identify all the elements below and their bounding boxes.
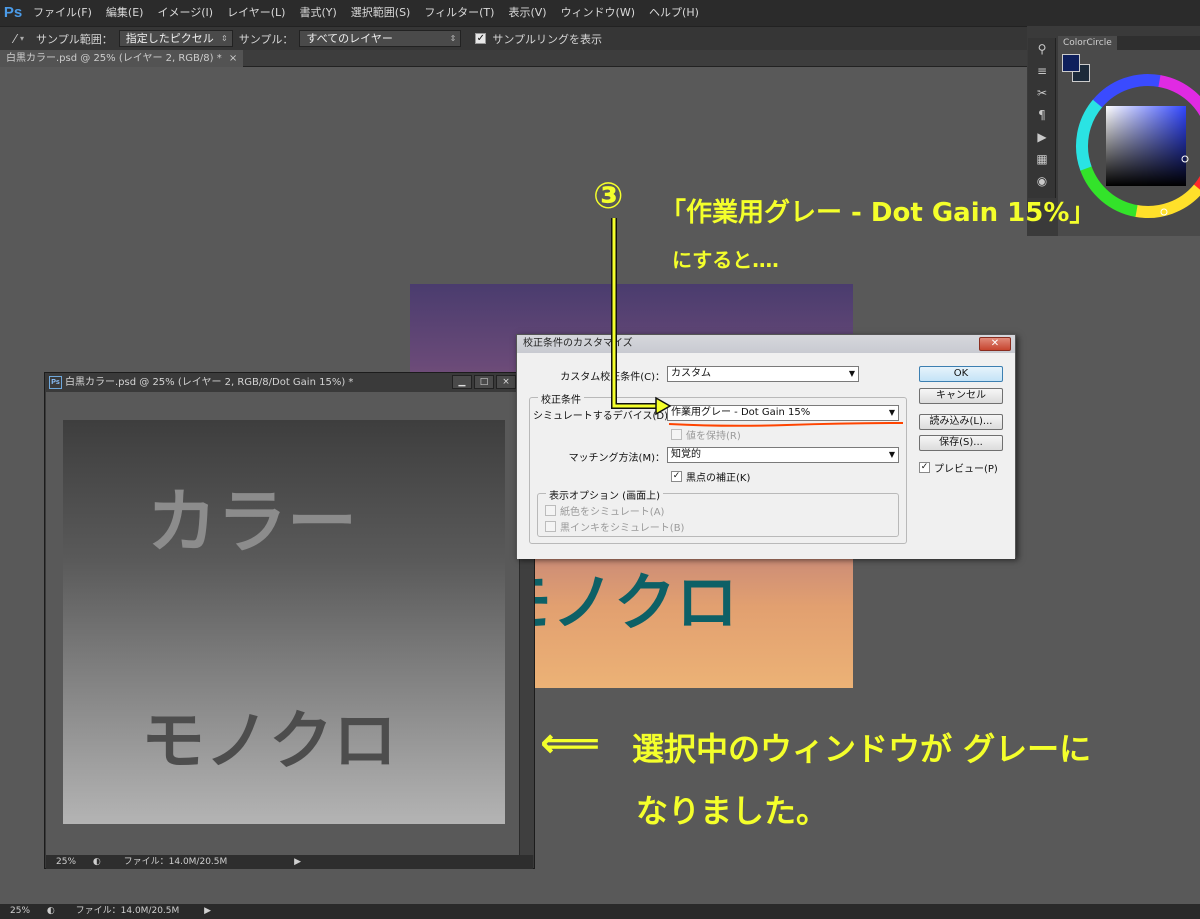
panel-icon-strip: ⚲ ≡ ✂ ¶ ▶ ▦ ◉	[1028, 38, 1056, 198]
customize-proof-condition-dialog: 校正条件のカスタマイズ ✕ カスタム校正条件(C)： カスタム ▼ 校正条件 シ…	[516, 334, 1016, 559]
doc-info-icon[interactable]: ◐	[47, 906, 55, 916]
menu-edit[interactable]: 編集(E)	[99, 0, 151, 26]
matching-method-label: マッチング方法(M)：	[568, 453, 665, 464]
chevron-down-icon: ▼	[848, 369, 855, 378]
show-ring-checkbox[interactable]: ✓	[475, 33, 487, 44]
matching-method-value: 知覚的	[671, 449, 701, 460]
status-menu-arrow-icon[interactable]: ▶	[294, 857, 301, 867]
play-icon[interactable]: ▶	[1028, 126, 1056, 148]
result-annotation-text-2: なりました。	[636, 792, 829, 830]
step-annotation-text-1: 「作業用グレー - Dot Gain 15%」	[660, 198, 1096, 228]
foreground-swatch[interactable]	[1062, 54, 1080, 72]
tool-preset-dropdown-icon[interactable]: ▾	[20, 34, 24, 43]
maximize-button[interactable]: □	[474, 375, 494, 389]
photoshop-logo: Ps	[3, 4, 23, 21]
load-button[interactable]: 読み込み(L)...	[919, 414, 1003, 430]
checkbox-box: ✓	[671, 471, 682, 482]
menu-help[interactable]: ヘルプ(H)	[642, 0, 706, 26]
menu-window[interactable]: ウィンドウ(W)	[554, 0, 642, 26]
save-button[interactable]: 保存(S)...	[919, 435, 1003, 451]
eyedropper-icon[interactable]: ⁄	[14, 32, 16, 46]
zoom-level[interactable]: 25%	[10, 906, 30, 916]
sample-size-label: サンプル範囲：	[36, 32, 113, 46]
close-icon[interactable]: ×	[229, 53, 237, 64]
status-menu-arrow-icon[interactable]: ▶	[204, 906, 211, 916]
checkbox-box	[545, 505, 556, 516]
preview-label: プレビュー(P)	[934, 464, 998, 475]
floating-document-window[interactable]: Ps 白黒カラー.psd @ 25% (レイヤー 2, RGB/8/Dot Ga…	[44, 372, 535, 869]
menu-select[interactable]: 選択範囲(S)	[344, 0, 418, 26]
zoom-level[interactable]: 25%	[56, 857, 76, 867]
checkbox-box	[545, 521, 556, 532]
grayscale-document-canvas: カラー モノクロ	[63, 420, 505, 824]
menu-file[interactable]: ファイル(F)	[26, 0, 99, 26]
cancel-button[interactable]: キャンセル	[919, 388, 1003, 404]
tools-icon[interactable]: ✂	[1028, 82, 1056, 104]
window-close-button[interactable]: ×	[496, 375, 516, 389]
main-statusbar: 25% ◐ ファイル：14.0M/20.5M ▶	[0, 904, 1200, 919]
floating-window-title: 白黒カラー.psd @ 25% (レイヤー 2, RGB/8/Dot Gain …	[65, 377, 354, 388]
chevron-updown-icon: ⇕	[221, 34, 228, 43]
minimize-button[interactable]: ▁	[452, 375, 472, 389]
grid-icon[interactable]: ▦	[1028, 148, 1056, 170]
dialog-body: カスタム校正条件(C)： カスタム ▼ 校正条件 シミュレートするデバイス(D)…	[517, 353, 1015, 559]
simulate-ink-checkbox[interactable]: 黒インキをシミュレート(B)	[545, 519, 684, 534]
file-size-info: ファイル：14.0M/20.5M	[123, 857, 228, 867]
ok-button[interactable]: OK	[919, 366, 1003, 382]
sample-value: すべてのレイヤー	[306, 32, 393, 45]
dialog-close-button[interactable]: ✕	[979, 337, 1011, 351]
canvas-text-color: カラー	[147, 481, 357, 563]
adjustments-icon[interactable]: ≡	[1028, 60, 1056, 82]
menu-layer[interactable]: レイヤー(L)	[220, 0, 292, 26]
proof-conditions-title: 校正条件	[538, 391, 584, 406]
clone-source-icon[interactable]: ⚲	[1028, 38, 1056, 60]
black-point-label: 黒点の補正(K)	[686, 473, 751, 484]
annotation-arrow	[611, 218, 672, 416]
options-bar: ⁄ ▾ サンプル範囲： 指定したピクセル ⇕ サンプル： すべてのレイヤー ⇕ …	[0, 26, 1200, 50]
sample-size-value: 指定したピクセル	[125, 32, 214, 45]
chevron-down-icon: ▼	[888, 450, 895, 459]
menu-filter[interactable]: フィルター(T)	[417, 0, 501, 26]
checkbox-box: ✓	[919, 462, 930, 473]
doc-info-icon[interactable]: ◐	[93, 857, 101, 867]
layers-icon[interactable]: ◉	[1028, 170, 1056, 192]
document-tab-bar: 白黒カラー.psd @ 25% (レイヤー 2, RGB/8) * ×	[0, 50, 1030, 67]
simulate-ink-label: 黒インキをシミュレート(B)	[560, 523, 685, 534]
character-icon[interactable]: ¶	[1028, 104, 1056, 126]
menu-type[interactable]: 書式(Y)	[292, 0, 343, 26]
document-tab[interactable]: 白黒カラー.psd @ 25% (レイヤー 2, RGB/8) * ×	[0, 50, 244, 67]
dialog-titlebar[interactable]: 校正条件のカスタマイズ ✕	[517, 335, 1015, 353]
document-tab-title: 白黒カラー.psd @ 25% (レイヤー 2, RGB/8) *	[6, 53, 222, 64]
result-annotation-text-1: 選択中のウィンドウが グレーに	[632, 730, 1092, 768]
floating-canvas-area: カラー モノクロ	[46, 392, 519, 855]
left-arrow-annotation: ⟸	[540, 718, 601, 767]
photoshop-doc-icon: Ps	[49, 376, 62, 389]
preview-checkbox[interactable]: ✓ プレビュー(P)	[919, 460, 998, 475]
menu-view[interactable]: 表示(V)	[501, 0, 553, 26]
chevron-updown-icon: ⇕	[449, 34, 457, 43]
black-point-checkbox[interactable]: ✓ 黒点の補正(K)	[671, 469, 750, 484]
sample-select[interactable]: すべてのレイヤー ⇕	[299, 30, 462, 47]
simulate-paper-checkbox[interactable]: 紙色をシミュレート(A)	[545, 503, 664, 518]
display-options-title: 表示オプション (画面上)	[546, 487, 663, 502]
file-size-info: ファイル：14.0M/20.5M	[75, 906, 180, 916]
canvas-text-mono: モノクロ	[141, 705, 397, 779]
menu-bar: Ps ファイル(F) 編集(E) イメージ(I) レイヤー(L) 書式(Y) 選…	[0, 0, 1200, 26]
sample-label: サンプル：	[238, 32, 294, 46]
simulate-paper-label: 紙色をシミュレート(A)	[560, 507, 665, 518]
sample-size-select[interactable]: 指定したピクセル ⇕	[118, 30, 233, 47]
show-ring-label: サンプルリングを表示	[492, 32, 603, 46]
chevron-down-icon: ▼	[888, 408, 895, 417]
menu-image[interactable]: イメージ(I)	[150, 0, 220, 26]
floating-window-statusbar: 25% ◐ ファイル：14.0M/20.5M ▶	[46, 855, 533, 869]
